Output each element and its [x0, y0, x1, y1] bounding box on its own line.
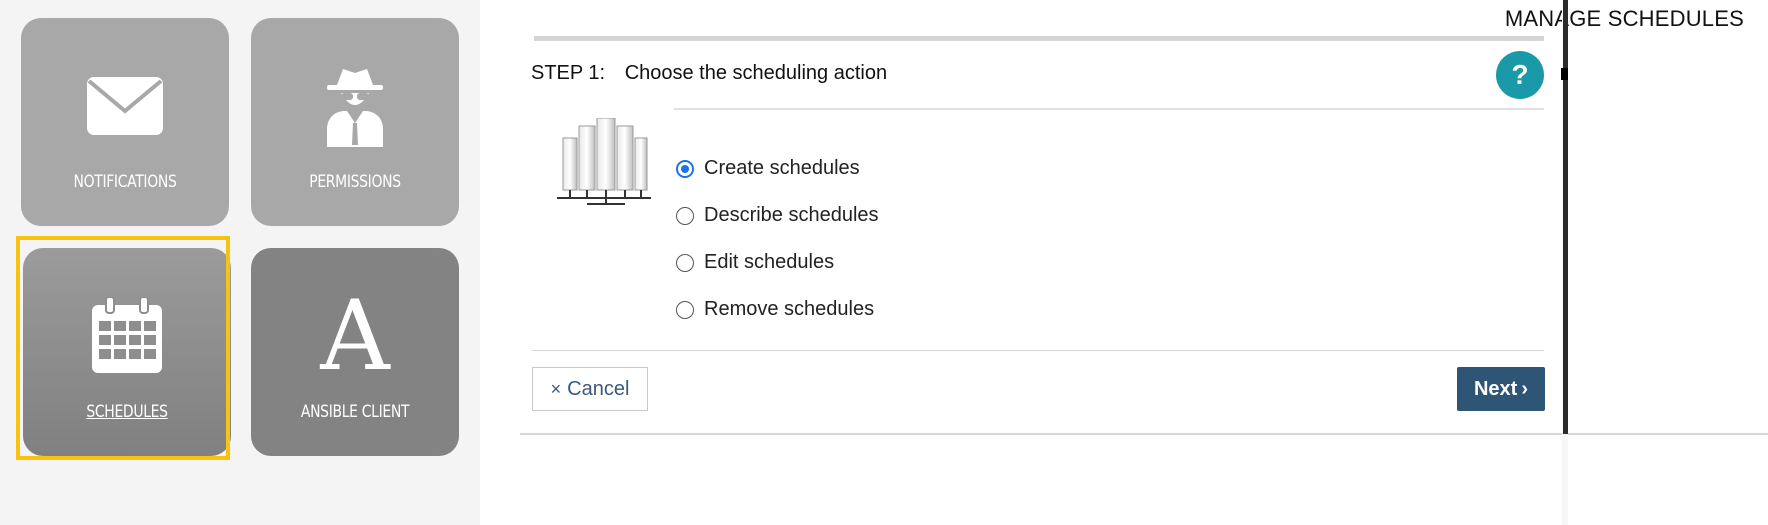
step-divider	[674, 108, 1544, 110]
settings-tile-panel: NOTIFICATIONS PERMISSIONS SCHEDULES A AN…	[0, 0, 480, 525]
page-title: MANAGE SCHEDULES	[1504, 6, 1744, 31]
cancel-button[interactable]: × Cancel	[532, 367, 648, 411]
radio-describe-schedules[interactable]	[676, 206, 694, 225]
actions-divider	[532, 350, 1544, 351]
calendar-icon	[77, 286, 177, 386]
next-label: Next	[1473, 377, 1518, 400]
title-divider	[534, 36, 1544, 41]
tile-notifications[interactable]: NOTIFICATIONS	[21, 18, 229, 226]
help-button[interactable]: ?	[1496, 51, 1544, 99]
letter-a-icon: A	[305, 286, 405, 386]
scrollbar-thumb[interactable]	[1563, 0, 1568, 434]
option-label: Remove schedules	[704, 298, 875, 320]
cancel-label: Cancel	[567, 377, 630, 400]
tile-label: NOTIFICATIONS	[73, 172, 177, 192]
option-remove-schedules[interactable]: Remove schedules	[676, 286, 879, 333]
spy-icon	[305, 56, 405, 156]
step-title: Choose the scheduling action	[624, 62, 888, 84]
option-describe-schedules[interactable]: Describe schedules	[676, 192, 879, 239]
tile-label: SCHEDULES	[86, 402, 168, 422]
close-icon: ×	[550, 378, 562, 399]
option-label: Create schedules	[704, 157, 860, 179]
radio-create-schedules[interactable]	[676, 159, 694, 178]
envelope-icon	[75, 56, 175, 156]
letter-a-glyph: A	[320, 280, 390, 392]
scrollbar-marker	[1561, 68, 1568, 80]
radio-remove-schedules[interactable]	[676, 300, 694, 319]
tile-ansible-client[interactable]: A ANSIBLE CLIENT	[251, 248, 459, 456]
tile-label: PERMISSIONS	[309, 172, 401, 192]
radio-edit-schedules[interactable]	[676, 253, 694, 272]
chevron-right-icon: ›	[1521, 377, 1529, 400]
action-radio-group: Create schedules Describe schedules Edit…	[676, 145, 879, 333]
step-heading: STEP 1: Choose the scheduling action	[531, 62, 887, 85]
footer-divider	[520, 433, 1768, 435]
tile-schedules[interactable]: SCHEDULES	[23, 248, 231, 456]
option-create-schedules[interactable]: Create schedules	[676, 145, 879, 192]
option-edit-schedules[interactable]: Edit schedules	[676, 239, 879, 286]
step-number: STEP 1:	[531, 62, 606, 84]
servers-illustration	[553, 117, 653, 210]
option-label: Edit schedules	[704, 251, 835, 273]
tile-permissions[interactable]: PERMISSIONS	[251, 18, 459, 226]
tile-label: ANSIBLE CLIENT	[300, 402, 410, 422]
option-label: Describe schedules	[704, 204, 879, 226]
next-button[interactable]: Next ›	[1457, 367, 1545, 411]
